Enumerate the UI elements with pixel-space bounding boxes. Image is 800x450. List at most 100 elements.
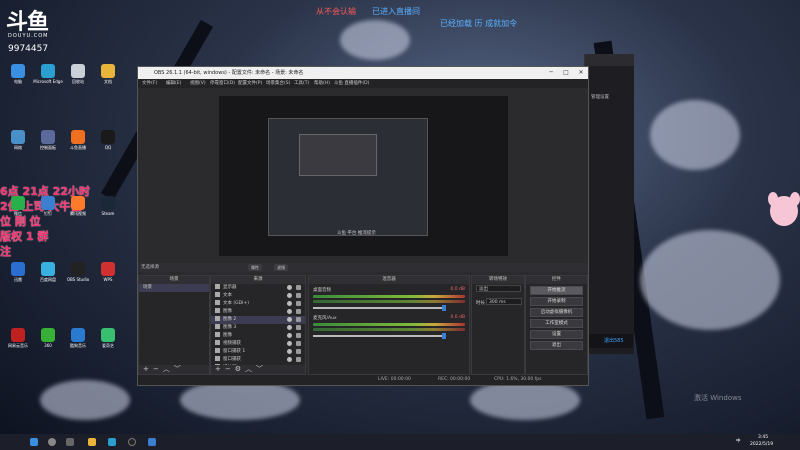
eye-icon[interactable] <box>287 309 292 314</box>
desktop-icon[interactable]: 百度网盘 <box>34 262 62 286</box>
desktop-icon[interactable]: 电脑 <box>4 64 32 88</box>
menu-item[interactable]: 斗鱼 直播插件(D) <box>334 79 369 88</box>
gear-icon[interactable]: ⚙ <box>235 365 241 373</box>
source-item[interactable]: 窗口捕获 1 <box>211 348 305 356</box>
properties-button[interactable]: 属性 <box>248 264 262 271</box>
clock-date[interactable]: 2022/5/19 <box>750 442 773 447</box>
source-item[interactable]: 视频捕获 <box>211 340 305 348</box>
maximize-button[interactable]: □ <box>559 67 573 79</box>
desktop-icon[interactable]: 网络 <box>4 130 32 154</box>
desktop-icon[interactable]: 360 <box>34 328 62 352</box>
menu-item[interactable]: 视图(V) <box>190 79 206 88</box>
menu-item[interactable]: 帮助(H) <box>314 79 330 88</box>
lock-icon[interactable] <box>296 349 301 354</box>
source-item[interactable]: 窗口捕获 <box>211 356 305 364</box>
virtual-camera-button[interactable]: 启动虚拟摄像机 <box>530 308 583 317</box>
desktop-icon[interactable]: 钉钉 <box>34 196 62 220</box>
start-streaming-button[interactable]: 开始推流 <box>530 286 583 295</box>
input-language[interactable]: 中 <box>736 438 741 444</box>
desktop-icon[interactable]: OBS Studio <box>64 262 92 286</box>
start-icon[interactable] <box>30 438 38 446</box>
lock-icon[interactable] <box>296 317 301 322</box>
desktop-icon[interactable]: 腾讯视频 <box>64 196 92 220</box>
up-icon[interactable]: ︿ <box>163 365 170 373</box>
lock-icon[interactable] <box>296 285 301 290</box>
transition-select[interactable]: 淡出 <box>476 285 521 292</box>
source-item[interactable]: 图像 2 <box>211 316 305 324</box>
settings-button[interactable]: 设置 <box>530 330 583 339</box>
duration-input[interactable]: 300 ms <box>486 298 522 305</box>
desktop-icon[interactable]: 文档 <box>94 64 122 88</box>
slider-handle[interactable] <box>441 305 446 311</box>
filters-button[interactable]: 滤镜 <box>274 264 288 271</box>
desktop-icon[interactable]: 爱奇艺 <box>94 328 122 352</box>
menu-item[interactable]: 文件(F) <box>142 79 157 88</box>
desktop-icon[interactable]: 斗鱼直播 <box>64 130 92 154</box>
menu-item[interactable]: 配置文件(P) <box>238 79 262 88</box>
down-icon[interactable]: ﹀ <box>174 365 181 373</box>
lock-icon[interactable] <box>296 333 301 338</box>
edge-icon[interactable] <box>108 438 116 446</box>
lock-icon[interactable] <box>296 301 301 306</box>
back-window-link[interactable]: 退出585 <box>584 334 633 348</box>
menu-item[interactable]: 场景集合(S) <box>266 79 290 88</box>
add-icon[interactable]: + <box>215 365 221 373</box>
desktop-icon[interactable]: 酷狗音乐 <box>64 328 92 352</box>
menu-item[interactable]: 工具(T) <box>294 79 309 88</box>
volume-slider[interactable] <box>313 305 446 311</box>
back-window[interactable]: 管理设置 <box>584 54 634 354</box>
menu-item[interactable]: 编辑(E) <box>166 79 181 88</box>
eye-icon[interactable] <box>287 301 292 306</box>
source-item[interactable]: 文本 (GDI+) <box>211 300 305 308</box>
app-taskbar-icon[interactable] <box>148 438 156 446</box>
source-item[interactable]: 图像 3 <box>211 324 305 332</box>
desktop-icon[interactable]: WPS <box>94 262 122 286</box>
source-item[interactable]: 图像 <box>211 332 305 340</box>
eye-icon[interactable] <box>287 333 292 338</box>
obs-titlebar[interactable]: OBS 26.1.1 (64-bit, windows) - 配置文件: 未命名… <box>138 67 588 79</box>
menu-item[interactable]: 停靠窗口(D) <box>210 79 235 88</box>
eye-icon[interactable] <box>287 349 292 354</box>
desktop-icon[interactable]: QQ <box>94 130 122 154</box>
lock-icon[interactable] <box>296 309 301 314</box>
close-button[interactable]: ✕ <box>574 67 588 79</box>
scene-item[interactable]: 场景 <box>139 284 209 292</box>
eye-icon[interactable] <box>287 285 292 290</box>
lock-icon[interactable] <box>296 357 301 362</box>
desktop-icon[interactable]: 回收站 <box>64 64 92 88</box>
task-view-icon[interactable] <box>66 438 74 446</box>
up-icon[interactable]: ︿ <box>245 365 252 373</box>
file-explorer-icon[interactable] <box>88 438 96 446</box>
clock-time[interactable]: 3:45 <box>758 435 768 440</box>
eye-icon[interactable] <box>287 325 292 330</box>
desktop-icon[interactable]: 控制面板 <box>34 130 62 154</box>
exit-button[interactable]: 退出 <box>530 341 583 350</box>
eye-icon[interactable] <box>287 293 292 298</box>
desktop-icon[interactable]: Steam <box>94 196 122 220</box>
obs-taskbar-icon[interactable] <box>128 438 136 446</box>
lock-icon[interactable] <box>296 325 301 330</box>
desktop-icon[interactable]: Microsoft Edge <box>33 64 63 88</box>
add-icon[interactable]: + <box>143 365 149 373</box>
back-window-titlebar[interactable] <box>585 54 634 66</box>
desktop-icon[interactable]: 网易云音乐 <box>4 328 32 352</box>
remove-icon[interactable]: − <box>153 365 159 373</box>
search-icon[interactable] <box>48 438 56 446</box>
down-icon[interactable]: ﹀ <box>256 365 263 373</box>
source-item[interactable]: 显示器 <box>211 284 305 292</box>
eye-icon[interactable] <box>287 317 292 322</box>
slider-handle[interactable] <box>441 333 446 339</box>
source-item[interactable]: 图像 <box>211 308 305 316</box>
source-item[interactable]: 文本 <box>211 292 305 300</box>
volume-slider[interactable] <box>313 333 446 339</box>
lock-icon[interactable] <box>296 293 301 298</box>
desktop-icon[interactable]: 迅雷 <box>4 262 32 286</box>
lock-icon[interactable] <box>296 341 301 346</box>
eye-icon[interactable] <box>287 341 292 346</box>
start-recording-button[interactable]: 开始录制 <box>530 297 583 306</box>
minimize-button[interactable]: ─ <box>544 67 558 79</box>
studio-mode-button[interactable]: 工作室模式 <box>530 319 583 328</box>
eye-icon[interactable] <box>287 357 292 362</box>
preview-canvas[interactable]: 斗鱼 平台 推流提示 <box>219 96 508 256</box>
remove-icon[interactable]: − <box>225 365 231 373</box>
